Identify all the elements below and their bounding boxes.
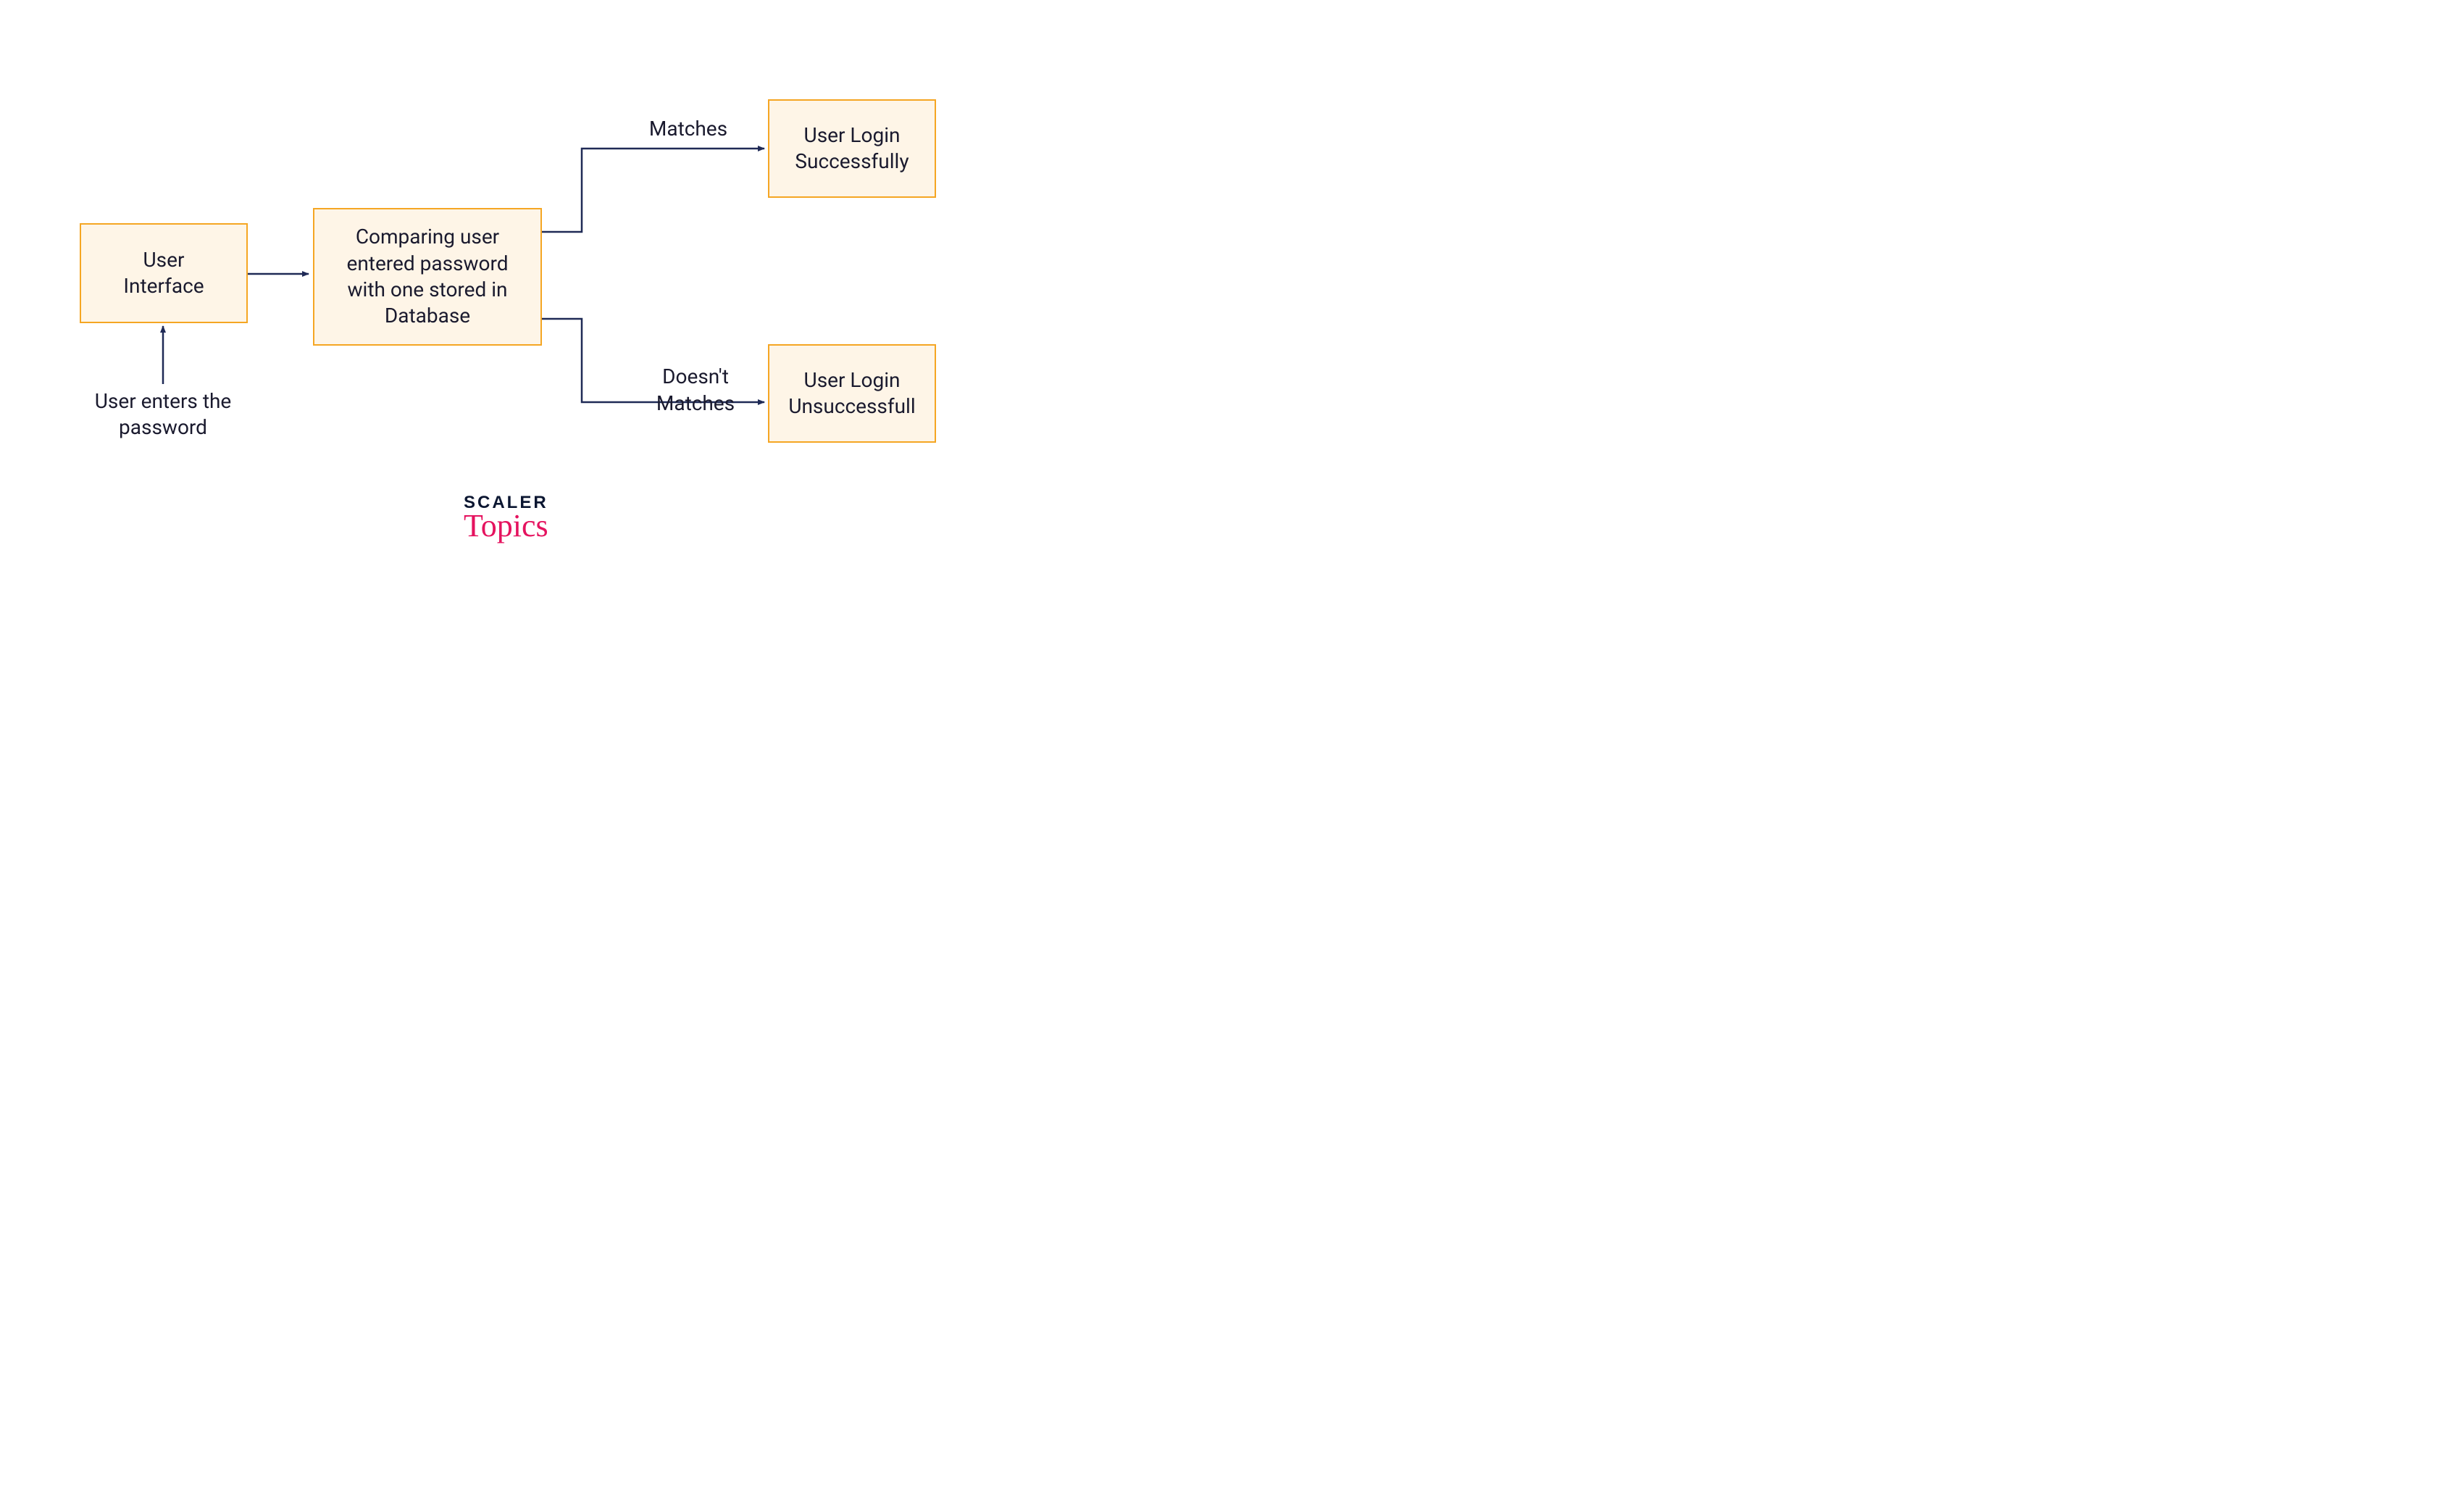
brand-logo-line2: Topics — [464, 507, 548, 544]
node-user-interface-text: User Interface — [123, 247, 204, 300]
node-user-interface: User Interface — [80, 223, 248, 323]
label-doesnt-match-text: Doesn't Matches — [656, 364, 735, 414]
label-user-input: User enters the password — [94, 388, 232, 441]
node-login-failure-text: User Login Unsuccessfull — [782, 367, 922, 420]
node-login-success: User Login Successfully — [768, 99, 936, 198]
label-user-input-text: User enters the password — [95, 389, 232, 439]
node-compare-password-text: Comparing user entered password with one… — [327, 224, 527, 330]
label-matches-text: Matches — [649, 117, 727, 141]
node-login-success-text: User Login Successfully — [782, 122, 922, 175]
label-doesnt-match: Doesn't Matches — [645, 338, 746, 417]
brand-logo: SCALER Topics — [464, 493, 548, 544]
node-compare-password: Comparing user entered password with one… — [313, 208, 542, 346]
node-login-failure: User Login Unsuccessfull — [768, 344, 936, 443]
label-matches: Matches — [645, 116, 732, 142]
flowchart-canvas: User Interface Comparing user entered pa… — [0, 0, 1014, 620]
